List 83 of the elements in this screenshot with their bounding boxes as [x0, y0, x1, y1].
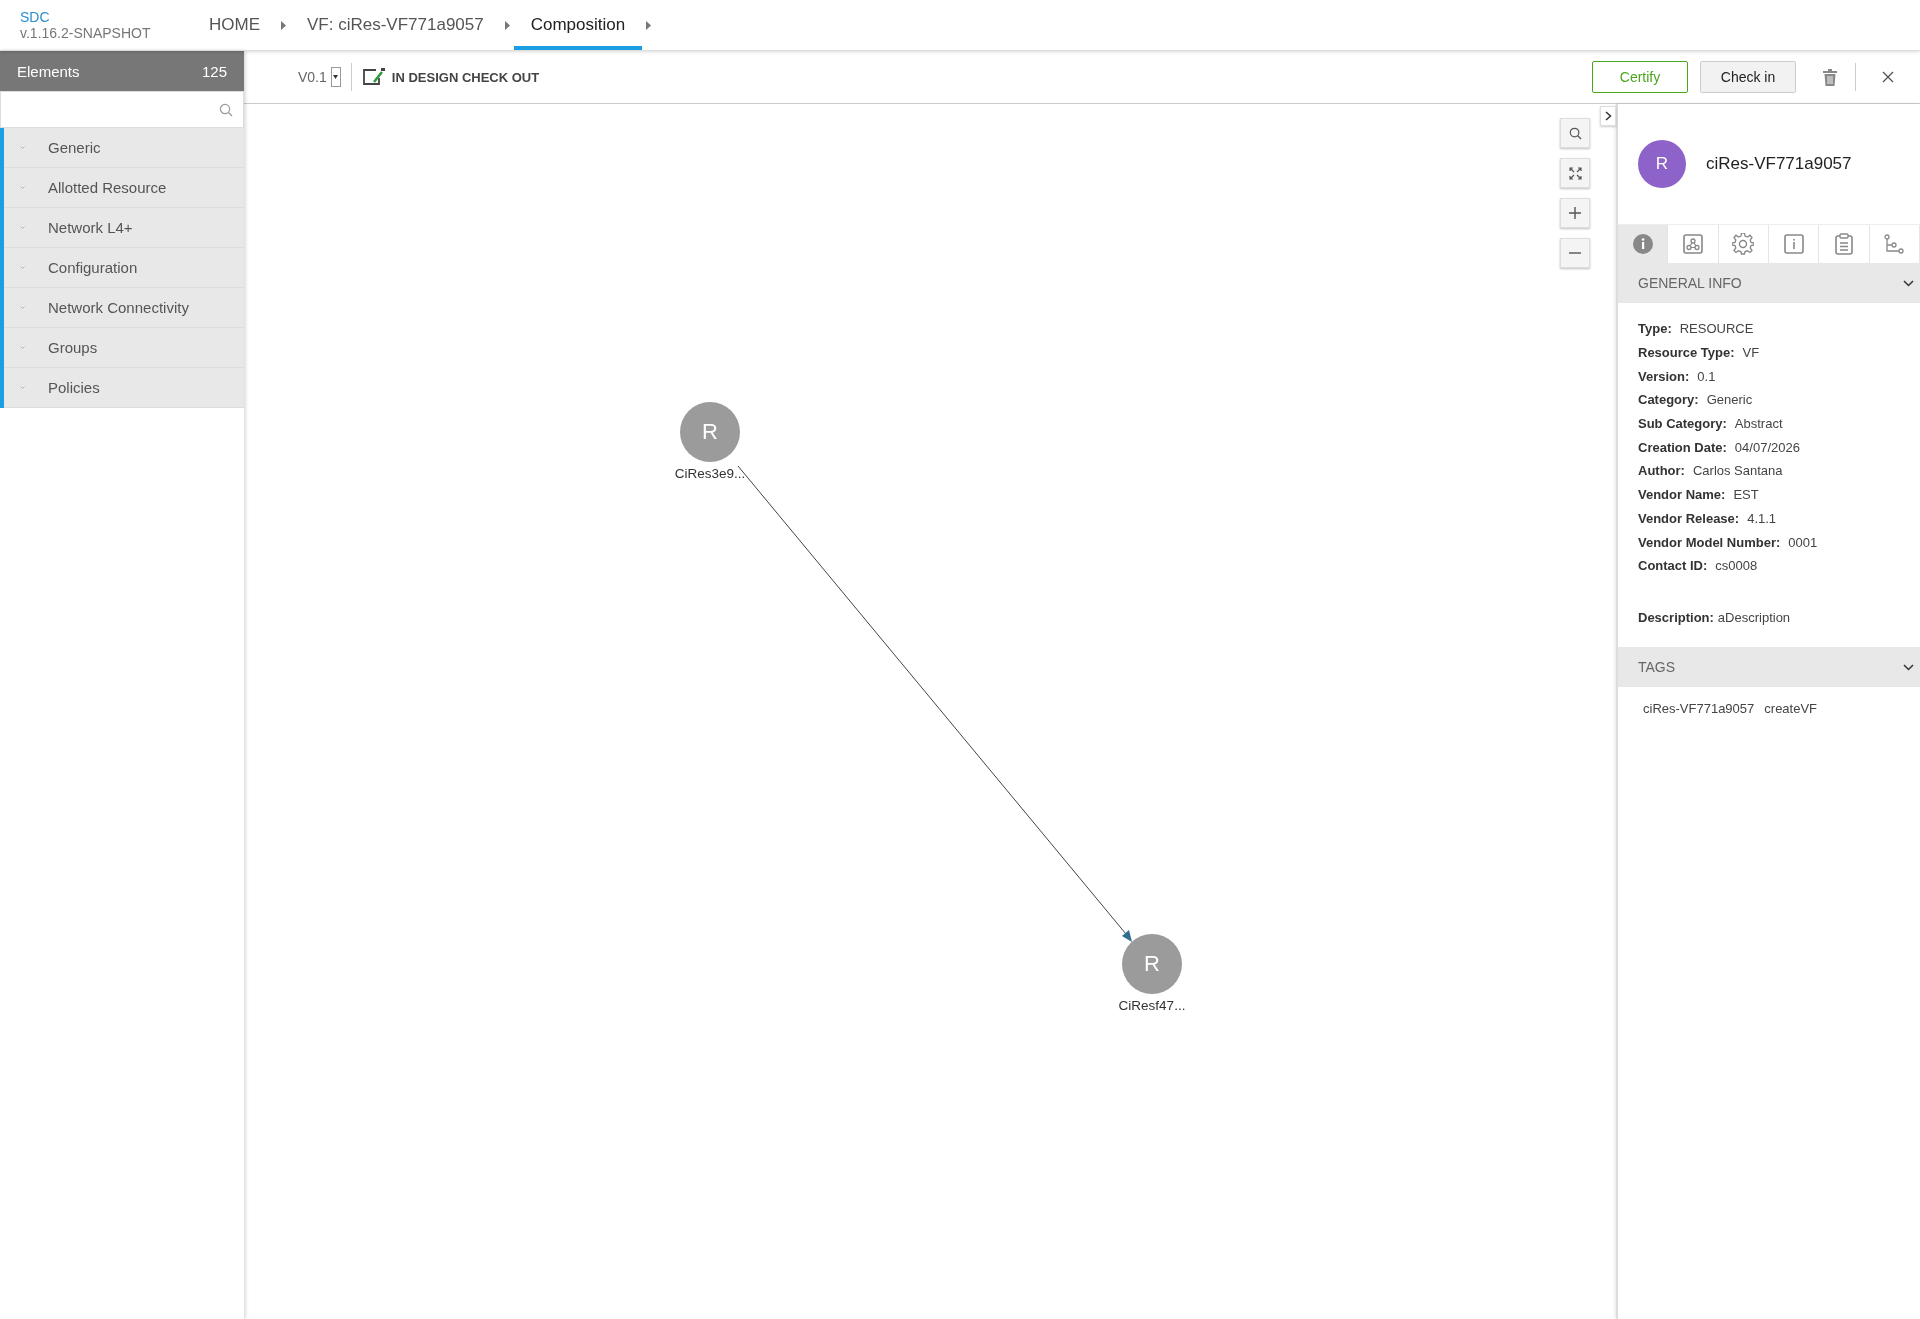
chevron-icon — [1903, 279, 1914, 287]
chevron-icon — [20, 226, 25, 229]
category-item[interactable]: Network Connectivity — [4, 288, 244, 328]
expand-icon — [1568, 166, 1582, 180]
section-title: TAGS — [1638, 659, 1676, 676]
breadcrumb-tab[interactable]: HOME — [192, 0, 277, 50]
search-icon — [1568, 126, 1582, 140]
check-in-button[interactable]: Check in — [1700, 61, 1796, 93]
certify-button[interactable]: Certify — [1592, 61, 1688, 93]
field-value: VF — [1742, 345, 1760, 361]
field-label: Vendor Model Number: — [1638, 534, 1781, 550]
search-icon[interactable] — [219, 102, 233, 117]
category-item[interactable]: Groups — [4, 328, 244, 368]
field-value: RESOURCE — [1679, 321, 1754, 337]
field-label: Vendor Release: — [1638, 510, 1740, 526]
resource-name: ciRes-VF771a9057 — [1706, 154, 1852, 174]
category-item[interactable]: Network L4+ — [4, 208, 244, 248]
node-label: CiResf47... — [1118, 998, 1186, 1013]
chevron-icon — [1903, 663, 1914, 671]
composition-icon — [1683, 234, 1703, 254]
field-label: Category: — [1638, 392, 1699, 408]
chevron-icon — [20, 146, 25, 149]
category-item[interactable]: Configuration — [4, 248, 244, 288]
field-value: Generic — [1706, 392, 1753, 408]
edit-icon — [361, 68, 386, 86]
close-icon[interactable] — [1882, 71, 1894, 83]
field-value: EST — [1733, 487, 1759, 503]
panel-tab[interactable] — [1618, 225, 1669, 263]
chevron-icon — [20, 186, 25, 189]
zoom-out-button[interactable] — [1560, 238, 1590, 268]
info-icon — [1631, 233, 1654, 255]
breadcrumb-tab[interactable]: Composition — [513, 0, 643, 50]
field-label: Author: — [1638, 463, 1685, 479]
category-item[interactable]: Policies — [4, 368, 244, 408]
field-value: 04/07/2026 — [1734, 439, 1800, 455]
trash-icon[interactable] — [1823, 68, 1837, 86]
breadcrumb-tab[interactable]: VF: ciRes-VF771a9057 — [290, 0, 501, 50]
field-value: aDescription — [1717, 609, 1791, 625]
chevron-icon — [20, 266, 25, 269]
field-value: cs0008 — [1715, 558, 1758, 574]
avatar: R — [1638, 140, 1686, 188]
settings-icon — [1732, 233, 1755, 255]
version-dropdown[interactable]: V0.1 — [298, 67, 341, 87]
category-item[interactable]: Generic — [4, 128, 244, 168]
field-label: Contact ID: — [1638, 558, 1708, 574]
section-title: GENERAL INFO — [1638, 275, 1742, 291]
clipboard-icon — [1834, 233, 1853, 255]
info-box-icon — [1783, 234, 1804, 254]
search-field[interactable] — [0, 91, 244, 128]
elements-count: 125 — [201, 62, 227, 80]
chevron-icon — [20, 386, 25, 389]
logo-text[interactable]: SDC — [20, 9, 50, 25]
tree-icon — [1884, 234, 1905, 254]
field-value: Abstract — [1734, 416, 1783, 432]
tag: ciRes-VF771a9057 — [1643, 701, 1755, 717]
field-value: 0001 — [1788, 534, 1818, 550]
field-value: 0.1 — [1697, 368, 1716, 384]
field-label: Sub Category: — [1638, 416, 1727, 432]
section-header[interactable]: TAGS — [1618, 647, 1920, 688]
field-label: Description: — [1638, 609, 1714, 625]
field-value: Carlos Santana — [1692, 463, 1783, 479]
node-label: CiRes3e9... — [674, 466, 746, 481]
field-label: Vendor Name: — [1638, 487, 1726, 503]
chevron-icon — [20, 346, 25, 349]
field-value: 4.1.1 — [1747, 510, 1777, 526]
elements-title: Elements — [17, 62, 80, 80]
search-button[interactable] — [1560, 118, 1590, 148]
field-label: Type: — [1638, 321, 1672, 337]
field-label: Creation Date: — [1638, 439, 1727, 455]
tag: createVF — [1764, 701, 1818, 717]
field-label: Version: — [1638, 368, 1690, 384]
plus-icon — [1569, 207, 1581, 219]
chevron-icon — [20, 306, 25, 309]
collapse-button[interactable] — [1600, 106, 1616, 126]
caret-icon[interactable] — [333, 75, 339, 79]
version-text: v.1.16.2-SNAPSHOT — [20, 25, 151, 41]
field-label: Resource Type: — [1638, 345, 1735, 361]
zoom-in-button[interactable] — [1560, 198, 1590, 228]
chevron-icon — [1604, 111, 1612, 121]
fit-screen-button[interactable] — [1560, 158, 1590, 188]
section-header[interactable]: GENERAL INFO — [1618, 263, 1920, 303]
status-label: IN DESIGN CHECK OUT — [391, 69, 540, 85]
category-item[interactable]: Allotted Resource — [4, 168, 244, 208]
